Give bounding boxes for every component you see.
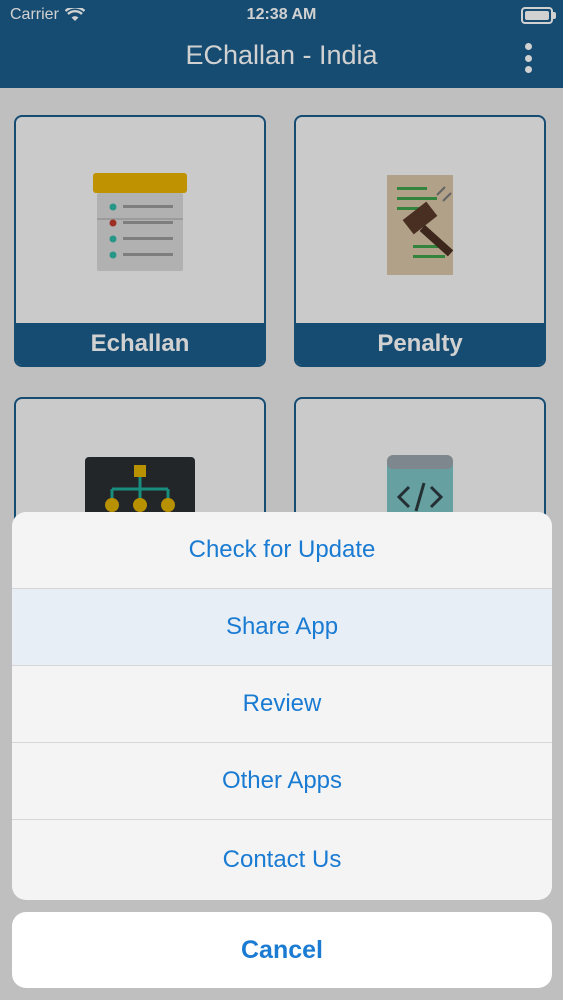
action-sheet: Check for Update Share App Review Other … <box>12 512 552 900</box>
share-app-option[interactable]: Share App <box>12 589 552 666</box>
contact-us-option[interactable]: Contact Us <box>12 820 552 900</box>
cancel-button[interactable]: Cancel <box>12 912 552 988</box>
review-option[interactable]: Review <box>12 666 552 743</box>
other-apps-option[interactable]: Other Apps <box>12 743 552 820</box>
check-update-option[interactable]: Check for Update <box>12 512 552 589</box>
